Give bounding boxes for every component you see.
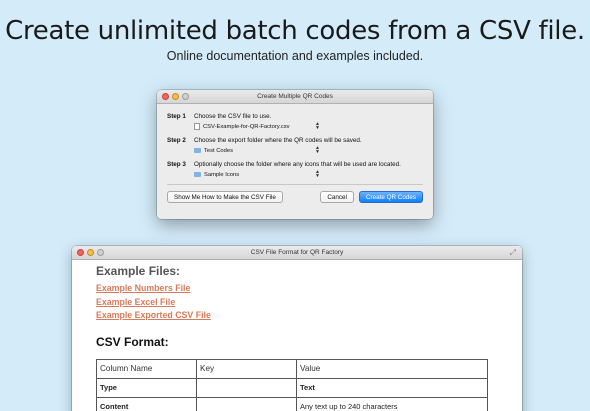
dialog-divider xyxy=(167,184,423,185)
step-3-text: Optionally choose the folder where any i… xyxy=(194,161,401,168)
dialog-button-row: Show Me How to Make the CSV File Cancel … xyxy=(167,191,423,203)
cancel-button[interactable]: Cancel xyxy=(320,191,354,203)
minimize-window-button[interactable] xyxy=(172,93,179,100)
table-header-cell: Value xyxy=(296,358,488,379)
close-window-button[interactable] xyxy=(162,93,169,100)
fullscreen-icon[interactable]: ⤢ xyxy=(510,248,516,257)
step-1-label: Step 1 xyxy=(167,113,186,120)
icons-folder-popup[interactable]: Sample Icons ▲ ▼ xyxy=(194,169,320,180)
icons-folder-popup-value: Sample Icons xyxy=(204,171,240,178)
csv-window-titlebar: CSV File Format for QR Factory ⤢ xyxy=(72,246,522,260)
example-files-heading: Example Files: xyxy=(96,264,181,278)
step-3-label: Step 3 xyxy=(167,161,186,168)
table-header-row: Column Name Key Value xyxy=(96,358,488,379)
page-headline: Create unlimited batch codes from a CSV … xyxy=(5,16,585,46)
popup-arrows-icon: ▲ ▼ xyxy=(315,145,320,155)
folder-icon xyxy=(194,148,201,153)
popup-arrows-icon: ▲ ▼ xyxy=(315,121,320,131)
table-cell: Text xyxy=(296,377,488,398)
csv-file-popup[interactable]: CSV-Example-for-QR-Factory.csv ▲ ▼ xyxy=(194,121,320,132)
step-2-label: Step 2 xyxy=(167,137,186,144)
step-2-row: Step 2 Choose the export folder where th… xyxy=(167,136,423,145)
step-1-row: Step 1 Choose the CSV file to use. xyxy=(167,112,423,121)
table-cell xyxy=(196,377,297,398)
create-multiple-qr-codes-dialog: Create Multiple QR Codes Step 1 Choose t… xyxy=(157,90,433,219)
csv-window-title: CSV File Format for QR Factory xyxy=(250,249,344,256)
table-cell: Any text up to 240 characters xyxy=(296,396,488,411)
dialog-title: Create Multiple QR Codes xyxy=(257,93,333,100)
page-subheading: Online documentation and examples includ… xyxy=(166,49,424,63)
csv-file-popup-value: CSV-Example-for-QR-Factory.csv xyxy=(203,123,290,130)
example-numbers-file-link[interactable]: Example Numbers File xyxy=(96,282,498,296)
csv-file-format-window: CSV File Format for QR Factory ⤢ Example… xyxy=(72,246,522,411)
show-me-how-button[interactable]: Show Me How to Make the CSV File xyxy=(167,191,283,203)
table-header-cell: Key xyxy=(196,358,297,379)
example-exported-csv-file-link[interactable]: Example Exported CSV File xyxy=(96,309,498,323)
csv-format-table: Column Name Key Value Type Text Content … xyxy=(96,358,488,411)
zoom-window-button[interactable] xyxy=(182,93,189,100)
table-row: Type Text xyxy=(96,377,488,398)
csv-format-heading: CSV Format: xyxy=(96,334,169,349)
table-header-cell: Column Name xyxy=(96,358,197,379)
close-window-button[interactable] xyxy=(77,249,84,256)
file-icon xyxy=(194,123,200,130)
table-cell: Content xyxy=(96,396,197,411)
table-row: Content Any text up to 240 characters xyxy=(96,396,488,411)
export-folder-popup[interactable]: Test Codes ▲ ▼ xyxy=(194,145,320,156)
zoom-window-button[interactable] xyxy=(97,249,104,256)
create-qr-codes-button[interactable]: Create QR Codes xyxy=(358,191,423,203)
table-cell: Type xyxy=(96,377,197,398)
window-controls xyxy=(77,249,104,256)
step-3-row: Step 3 Optionally choose the folder wher… xyxy=(167,160,423,169)
export-folder-popup-value: Test Codes xyxy=(204,147,233,154)
window-controls xyxy=(162,93,189,100)
dialog-titlebar: Create Multiple QR Codes xyxy=(157,90,433,104)
popup-arrows-icon: ▲ ▼ xyxy=(315,169,320,179)
example-excel-file-link[interactable]: Example Excel File xyxy=(96,296,498,310)
minimize-window-button[interactable] xyxy=(87,249,94,256)
step-2-text: Choose the export folder where the QR co… xyxy=(194,137,362,144)
folder-icon xyxy=(194,172,201,177)
table-cell xyxy=(196,396,297,411)
step-1-text: Choose the CSV file to use. xyxy=(194,113,272,120)
